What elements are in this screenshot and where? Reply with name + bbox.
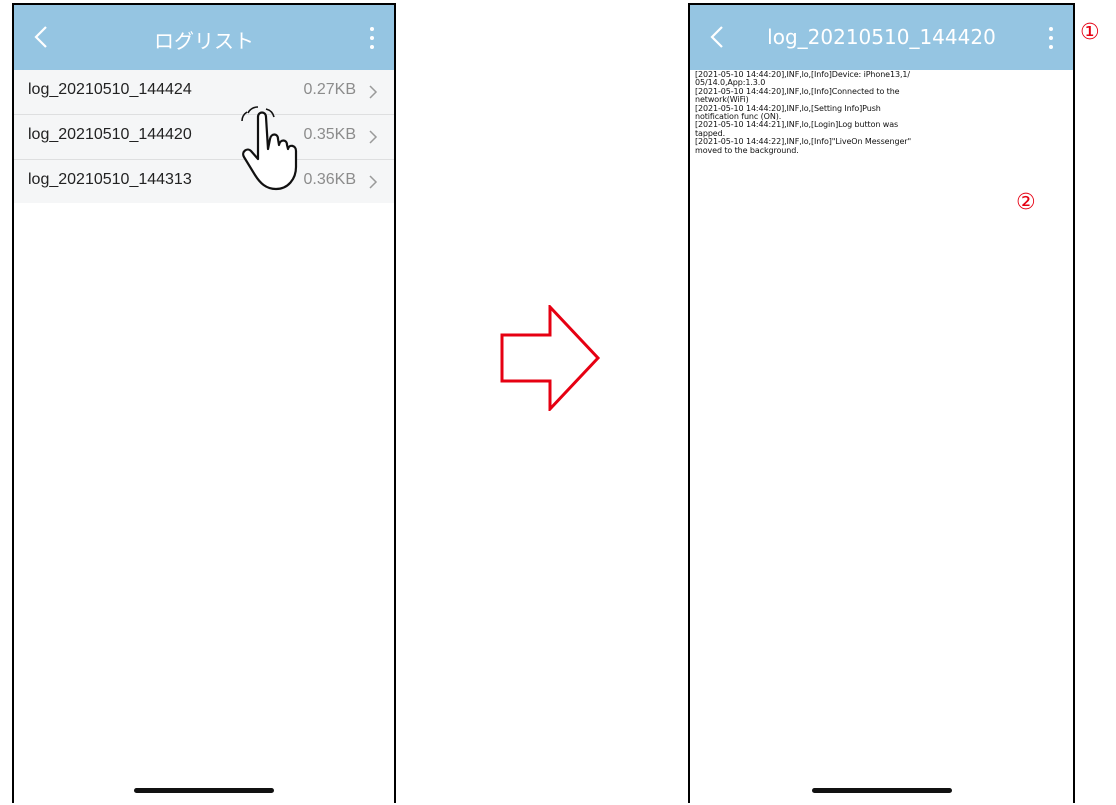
navigation-bar: log_20210510_144420 bbox=[690, 5, 1073, 70]
chevron-right-icon bbox=[369, 85, 378, 99]
transition-arrow-icon bbox=[500, 305, 601, 411]
home-indicator[interactable] bbox=[811, 788, 952, 793]
log-content: [2021-05-10 14:44:20],INF,lo,[Info]Devic… bbox=[695, 70, 912, 155]
chevron-right-icon bbox=[369, 175, 378, 189]
callout-marker-1: ① bbox=[1080, 20, 1100, 45]
list-item[interactable]: log_20210510_144313 0.36KB bbox=[14, 160, 394, 204]
hand-pointer-icon bbox=[241, 106, 298, 191]
log-list-screen: ログリスト log_20210510_144424 0.27KB log_202… bbox=[12, 3, 396, 803]
log-file-name: log_20210510_144313 bbox=[28, 171, 192, 188]
log-file-name: log_20210510_144420 bbox=[28, 126, 192, 143]
log-file-name: log_20210510_144424 bbox=[28, 81, 192, 98]
navigation-bar: ログリスト bbox=[14, 5, 394, 70]
page-title: ログリスト bbox=[154, 29, 254, 53]
log-file-list: log_20210510_144424 0.27KB log_20210510_… bbox=[14, 70, 394, 203]
page-title: log_20210510_144420 bbox=[767, 25, 996, 49]
log-detail-screen: log_20210510_144420 [2021-05-10 14:44:20… bbox=[688, 3, 1075, 803]
list-item[interactable]: log_20210510_144420 0.35KB bbox=[14, 115, 394, 160]
list-item[interactable]: log_20210510_144424 0.27KB bbox=[14, 70, 394, 115]
callout-marker-2: ② bbox=[1016, 190, 1036, 215]
chevron-right-icon bbox=[369, 130, 378, 144]
log-file-size: 0.27KB bbox=[303, 81, 356, 98]
more-menu-icon[interactable] bbox=[366, 25, 378, 51]
more-menu-icon[interactable] bbox=[1045, 25, 1057, 51]
home-indicator[interactable] bbox=[134, 788, 274, 793]
